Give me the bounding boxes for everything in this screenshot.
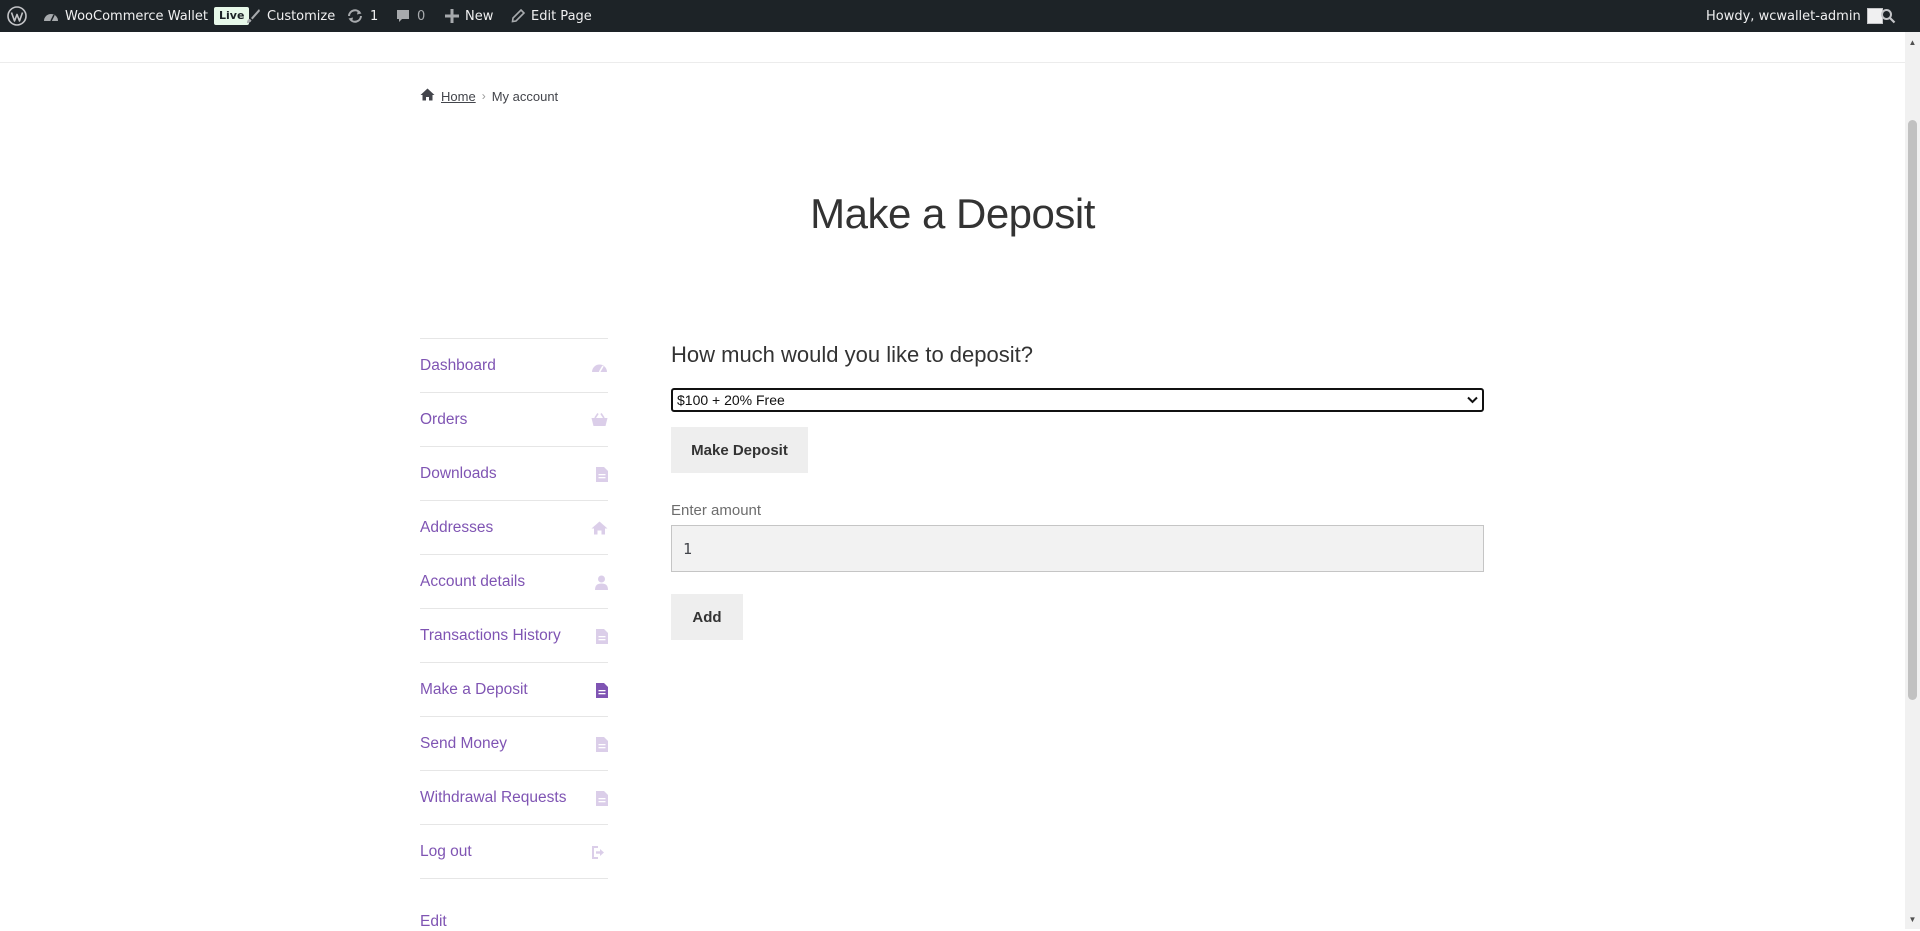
updates-icon <box>346 8 364 24</box>
user-icon <box>595 575 608 590</box>
nav-item-label: Account details <box>420 573 526 590</box>
file-icon <box>596 682 608 698</box>
new-content-link[interactable]: New <box>445 0 493 32</box>
new-label: New <box>465 8 494 24</box>
nav-item-account-details[interactable]: Account details <box>420 555 608 609</box>
nav-item-label: Log out <box>420 843 472 860</box>
customize-label: Customize <box>267 8 336 24</box>
sign-out-icon <box>592 845 608 859</box>
plus-icon <box>445 9 459 23</box>
comments-link[interactable]: 0 <box>395 0 425 32</box>
updates-link[interactable]: 1 <box>346 0 378 32</box>
make-deposit-button[interactable]: Make Deposit <box>671 427 808 473</box>
scrollbar-thumb[interactable] <box>1908 120 1917 700</box>
wordpress-logo-icon[interactable] <box>7 0 27 32</box>
nav-item-label: Withdrawal Requests <box>420 789 567 806</box>
amount-input[interactable]: 1 <box>671 525 1484 572</box>
edit-page-link[interactable]: Edit Page <box>511 0 592 32</box>
admin-bar: WooCommerce Wallet Live Customize 1 0 Ne… <box>0 0 1920 32</box>
nav-item-label: Addresses <box>420 519 494 536</box>
nav-item-label: Downloads <box>420 465 497 482</box>
nav-item-dashboard[interactable]: Dashboard <box>420 339 608 393</box>
dashboard-icon <box>591 359 608 373</box>
select-value: $100 + 20% Free <box>677 392 785 408</box>
search-icon[interactable] <box>1880 0 1896 32</box>
site-name-menu[interactable]: WooCommerce Wallet Live <box>43 0 250 32</box>
pencil-icon <box>511 9 525 23</box>
nav-item-withdrawal-requests[interactable]: Withdrawal Requests <box>420 771 608 825</box>
nav-item-send-money[interactable]: Send Money <box>420 717 608 771</box>
updates-count: 1 <box>370 8 379 24</box>
comments-count: 0 <box>417 8 426 24</box>
amount-label: Enter amount <box>671 502 762 519</box>
edit-page-label: Edit Page <box>531 8 592 24</box>
howdy-text: Howdy, wcwallet-admin <box>1706 8 1861 24</box>
chevron-down-icon <box>1467 396 1478 404</box>
nav-item-label: Dashboard <box>420 357 496 374</box>
scroll-down-icon[interactable]: ▼ <box>1908 915 1917 924</box>
brush-icon <box>245 8 261 24</box>
file-icon <box>596 628 608 644</box>
header-divider <box>0 62 1905 63</box>
nav-item-addresses[interactable]: Addresses <box>420 501 608 555</box>
customize-link[interactable]: Customize <box>245 0 335 32</box>
nav-item-label: Send Money <box>420 735 508 752</box>
breadcrumb-separator: › <box>481 89 486 103</box>
edit-link[interactable]: Edit <box>420 913 447 931</box>
file-icon <box>596 736 608 752</box>
nav-item-label: Orders <box>420 411 468 428</box>
site-name: WooCommerce Wallet <box>65 8 208 24</box>
scroll-up-icon[interactable]: ▲ <box>1908 38 1917 47</box>
home-icon <box>420 88 435 104</box>
nav-item-downloads[interactable]: Downloads <box>420 447 608 501</box>
account-navigation: Dashboard Orders Downloads Addresses Acc… <box>420 338 608 879</box>
nav-item-orders[interactable]: Orders <box>420 393 608 447</box>
account-menu[interactable]: Howdy, wcwallet-admin <box>1706 0 1883 32</box>
nav-item-label: Make a Deposit <box>420 681 528 698</box>
breadcrumb: Home › My account <box>420 88 558 104</box>
deposit-heading: How much would you like to deposit? <box>671 342 1033 367</box>
page-title: Make a Deposit <box>810 190 1095 237</box>
file-icon <box>596 790 608 806</box>
breadcrumb-home-link[interactable]: Home <box>441 89 476 104</box>
nav-item-log-out[interactable]: Log out <box>420 825 608 879</box>
comment-icon <box>395 8 411 24</box>
breadcrumb-current: My account <box>491 88 559 104</box>
home-icon <box>591 521 608 535</box>
basket-icon <box>591 413 608 427</box>
nav-item-label: Transactions History <box>420 627 561 644</box>
dashboard-icon <box>43 9 59 23</box>
nav-item-transactions-history[interactable]: Transactions History <box>420 609 608 663</box>
file-icon <box>596 466 608 482</box>
add-button[interactable]: Add <box>671 594 743 640</box>
amount-value: 1 <box>683 539 693 558</box>
deposit-amount-select[interactable]: $100 + 20% Free <box>671 388 1484 412</box>
nav-item-make-a-deposit[interactable]: Make a Deposit <box>420 663 608 717</box>
